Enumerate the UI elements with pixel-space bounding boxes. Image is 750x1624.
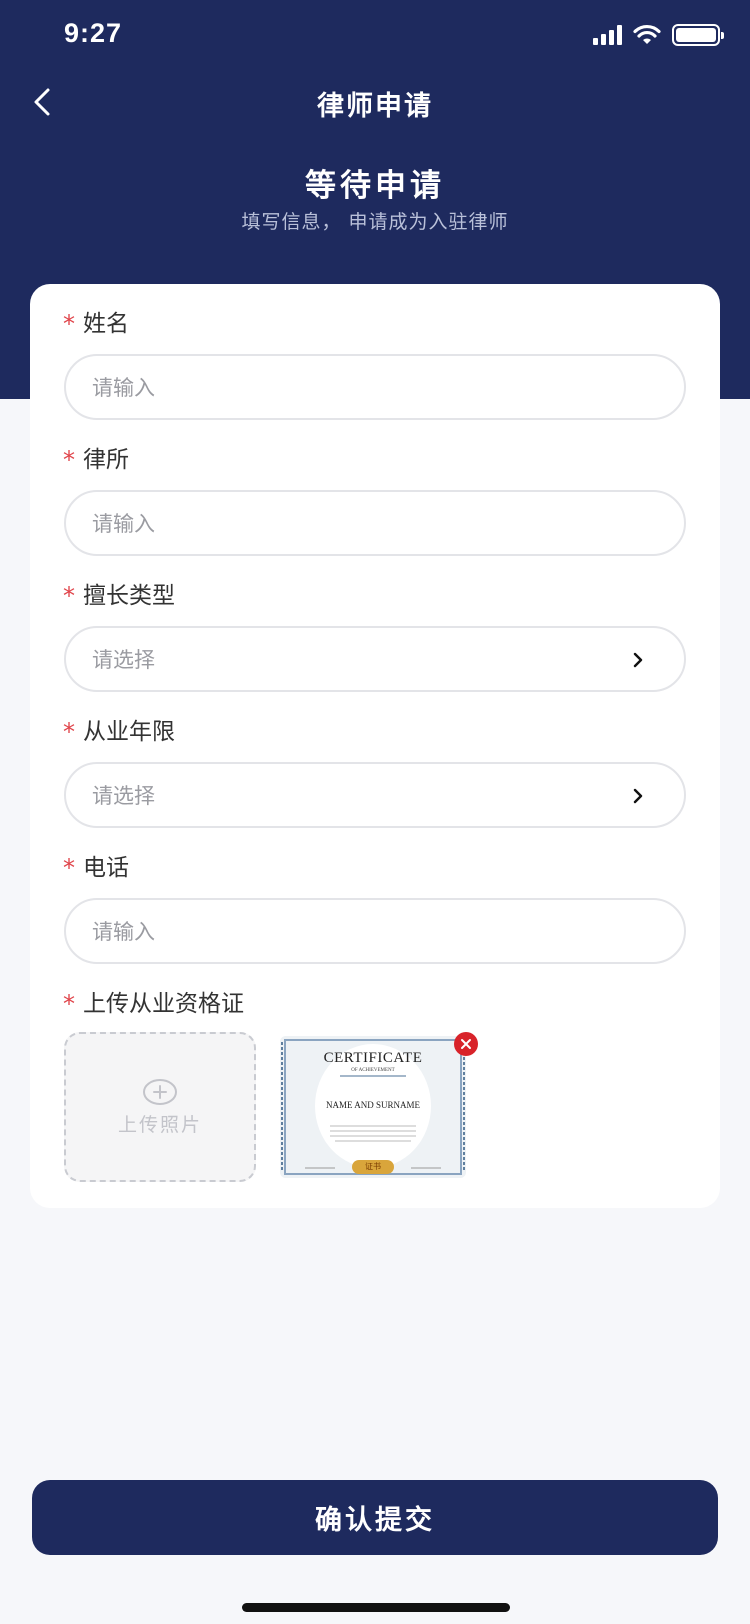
battery-icon (672, 24, 724, 46)
chevron-right-icon (633, 652, 643, 668)
required-mark: * (63, 854, 75, 882)
wifi-icon (633, 24, 661, 44)
years-of-practice-select[interactable]: 请选择 (64, 762, 686, 828)
specialty-select-placeholder: 请选择 (92, 648, 155, 672)
certificate-thumbnail[interactable]: CERTIFICATE OF ACHIEVEMENT NAME AND SURN… (280, 1036, 466, 1178)
hero-title: 等待申请 (305, 168, 445, 204)
application-form-card: * 姓名 请输入 * 律所 请输入 * 擅长类型 请选择 * 从业年限 请选择 … (30, 284, 720, 1208)
law-firm-input-placeholder: 请输入 (92, 512, 155, 536)
required-mark: * (63, 990, 75, 1018)
status-time: 9:27 (64, 18, 123, 48)
status-icons (593, 24, 724, 46)
home-indicator (242, 1603, 510, 1612)
required-mark: * (63, 446, 75, 474)
specialty-label: * 擅长类型 (63, 582, 175, 610)
upload-photo-text: 上传照片 (117, 1113, 202, 1136)
name-input-placeholder: 请输入 (92, 376, 155, 400)
name-input[interactable]: 请输入 (64, 354, 686, 420)
law-firm-input[interactable]: 请输入 (64, 490, 686, 556)
certificate-subtitle: OF ACHIEVEMENT (351, 1068, 395, 1073)
close-icon (461, 1039, 471, 1049)
required-mark: * (63, 582, 75, 610)
page-title: 律师申请 (317, 91, 433, 122)
certificate-name: NAME AND SURNAME (325, 1100, 420, 1110)
cellular-signal-icon (593, 25, 622, 45)
hero-subtitle: 填写信息， 申请成为入驻律师 (241, 211, 509, 233)
law-firm-label: * 律所 (63, 446, 129, 474)
required-mark: * (63, 310, 75, 338)
chevron-right-icon (633, 788, 643, 804)
years-of-practice-select-placeholder: 请选择 (92, 784, 155, 808)
phone-input[interactable]: 请输入 (64, 898, 686, 964)
delete-photo-button[interactable] (454, 1032, 478, 1056)
required-mark: * (63, 718, 75, 746)
status-bar: 9:27 (0, 0, 750, 72)
confirm-submit-button[interactable]: 确认提交 (32, 1480, 718, 1555)
certificate-seal: 证书 (352, 1160, 394, 1174)
plus-circle-icon (143, 1078, 177, 1105)
upload-photo-button[interactable]: 上传照片 (64, 1032, 256, 1182)
years-of-practice-label: * 从业年限 (63, 718, 175, 746)
specialty-select[interactable]: 请选择 (64, 626, 686, 692)
name-label: * 姓名 (63, 310, 129, 338)
phone-label: * 电话 (63, 854, 129, 882)
certificate-title: CERTIFICATE (323, 1050, 423, 1066)
phone-input-placeholder: 请输入 (92, 920, 155, 944)
certificate-upload-label: * 上传从业资格证 (63, 990, 244, 1018)
